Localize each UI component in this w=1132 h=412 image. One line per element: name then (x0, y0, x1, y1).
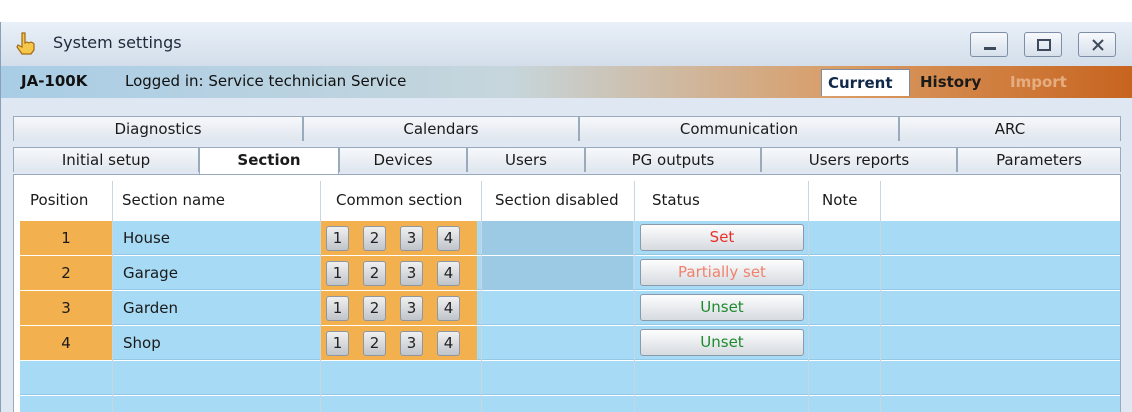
table-row[interactable]: 1 House 1 2 3 4 Set (20, 221, 1120, 255)
close-button[interactable] (1078, 32, 1116, 57)
column-header-status: Status (652, 191, 700, 209)
common-section-button-1[interactable]: 1 (326, 331, 349, 356)
column-header-note: Note (822, 191, 858, 209)
column-divider (320, 181, 321, 412)
common-section-button-3[interactable]: 3 (400, 296, 423, 321)
maximize-button[interactable] (1024, 32, 1062, 57)
common-section-cell: 1234 (320, 291, 477, 325)
empty-row (20, 361, 1120, 395)
tab-current[interactable]: Current (821, 69, 910, 96)
tab-history[interactable]: History (914, 69, 987, 96)
position-cell: 2 (20, 256, 112, 290)
section-name-cell[interactable]: House (123, 221, 170, 255)
tab-import[interactable]: Import (1004, 69, 1073, 96)
tab-users[interactable]: Users (467, 147, 585, 172)
column-divider (634, 181, 635, 412)
column-header-common-section: Common section (336, 191, 463, 209)
status-button[interactable]: Unset (640, 329, 804, 356)
common-section-button-4[interactable]: 4 (437, 296, 460, 321)
tab-parameters[interactable]: Parameters (957, 147, 1121, 172)
hand-pointer-icon (13, 31, 39, 55)
tab-communication[interactable]: Communication (579, 116, 899, 141)
common-section-button-1[interactable]: 1 (326, 226, 349, 251)
common-section-button-2[interactable]: 2 (363, 226, 386, 251)
top-band (0, 0, 1132, 22)
common-section-button-2[interactable]: 2 (363, 261, 386, 286)
status-button[interactable]: Unset (640, 294, 804, 321)
table-row[interactable]: 2 Garage 1 2 3 4 Partially set (20, 256, 1120, 290)
system-settings-window: System settings JA-100K Logged in: Servi… (0, 22, 1132, 412)
status-button[interactable]: Set (640, 224, 804, 251)
tab-initial-setup[interactable]: Initial setup (13, 147, 199, 172)
column-header-section-name: Section name (122, 191, 226, 209)
tab-users-reports[interactable]: Users reports (761, 147, 957, 172)
table-row[interactable]: 4 Shop 1 2 3 4 Unset (20, 326, 1120, 360)
column-divider (481, 181, 482, 412)
tab-row-bottom: Initial setup Section Devices Users PG o… (1, 147, 1132, 174)
column-divider (880, 181, 881, 412)
column-header-section-disabled: Section disabled (495, 191, 619, 209)
status-header: JA-100K Logged in: Service technician Se… (1, 66, 1132, 98)
section-name-cell[interactable]: Shop (123, 326, 161, 360)
window-title: System settings (53, 33, 182, 52)
tab-devices[interactable]: Devices (339, 147, 467, 172)
common-section-button-4[interactable]: 4 (437, 261, 460, 286)
tab-arc[interactable]: ARC (899, 116, 1121, 141)
table-row[interactable]: 3 Garden 1 2 3 4 Unset (20, 291, 1120, 325)
common-section-button-2[interactable]: 2 (363, 331, 386, 356)
position-cell: 3 (20, 291, 112, 325)
login-status: Logged in: Service technician Service (125, 72, 407, 90)
common-section-button-3[interactable]: 3 (400, 331, 423, 356)
common-section-button-1[interactable]: 1 (326, 296, 349, 321)
tab-pg-outputs[interactable]: PG outputs (585, 147, 761, 172)
section-name-cell[interactable]: Garage (123, 256, 178, 290)
common-section-button-4[interactable]: 4 (437, 226, 460, 251)
section-table-panel: Position Section name Common section Sec… (13, 174, 1121, 412)
tab-section[interactable]: Section (199, 147, 339, 174)
device-model: JA-100K (21, 72, 88, 90)
position-cell: 4 (20, 326, 112, 360)
minimize-button[interactable] (970, 32, 1008, 57)
tab-diagnostics[interactable]: Diagnostics (13, 116, 303, 141)
common-section-cell: 1234 (320, 221, 477, 255)
common-section-button-1[interactable]: 1 (326, 261, 349, 286)
common-section-button-3[interactable]: 3 (400, 261, 423, 286)
tab-calendars[interactable]: Calendars (303, 116, 579, 141)
section-name-cell[interactable]: Garden (123, 291, 178, 325)
column-divider (112, 181, 113, 412)
common-section-button-2[interactable]: 2 (363, 296, 386, 321)
empty-row (20, 396, 1120, 412)
status-button[interactable]: Partially set (640, 259, 804, 286)
tab-row-top: Diagnostics Calendars Communication ARC (1, 116, 1132, 141)
column-divider (808, 181, 809, 412)
section-disabled-cell[interactable] (481, 256, 633, 290)
common-section-cell: 1234 (320, 326, 477, 360)
position-cell: 1 (20, 221, 112, 255)
common-section-button-4[interactable]: 4 (437, 331, 460, 356)
column-header-position: Position (30, 191, 89, 209)
common-section-cell: 1234 (320, 256, 477, 290)
title-bar: System settings (1, 22, 1132, 66)
section-disabled-cell[interactable] (481, 221, 633, 255)
common-section-button-3[interactable]: 3 (400, 226, 423, 251)
